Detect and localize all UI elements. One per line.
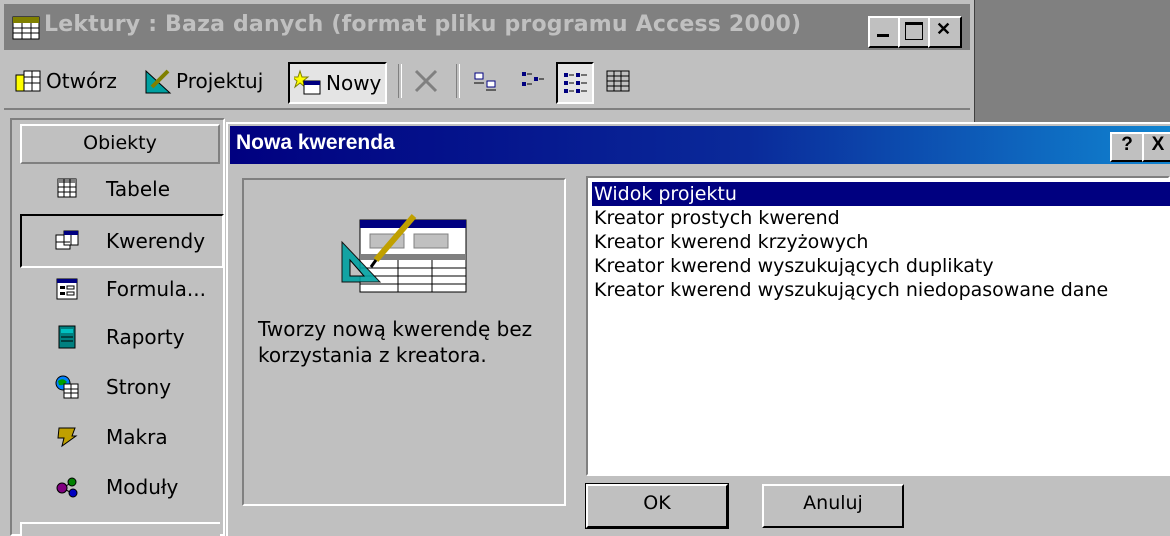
query-design-illustration <box>340 210 470 296</box>
open-icon <box>14 67 42 95</box>
objects-header[interactable]: Obiekty <box>20 124 220 164</box>
object-label: Raporty <box>106 325 185 349</box>
list-view-button[interactable] <box>556 62 594 104</box>
module-icon <box>52 474 82 500</box>
help-button[interactable]: ? <box>1110 132 1144 162</box>
query-type-list[interactable]: Widok projektu Kreator prostych kwerend … <box>586 176 1170 476</box>
object-label: Tabele <box>106 177 171 201</box>
query-description: Tworzy nową kwerendę bez korzystania z k… <box>258 317 533 367</box>
object-label: Makra <box>106 425 168 449</box>
delete-button[interactable] <box>412 62 444 100</box>
delete-icon <box>412 67 440 95</box>
form-icon <box>52 276 82 302</box>
list-item[interactable]: Kreator kwerend krzyżowych <box>594 230 868 254</box>
object-item-macros[interactable]: Makra <box>20 412 220 462</box>
design-label: Projektuj <box>176 69 264 93</box>
design-icon <box>144 67 172 95</box>
list-item[interactable]: Kreator kwerend wyszukujących duplikaty <box>594 254 994 278</box>
object-item-tables[interactable]: Tabele <box>20 164 220 214</box>
ok-button[interactable]: OK <box>585 483 729 529</box>
new-button[interactable]: Nowy <box>288 62 388 104</box>
report-icon <box>52 324 82 350</box>
object-label: Formula... <box>106 277 206 301</box>
details-view-button[interactable] <box>604 62 636 100</box>
maximize-button[interactable] <box>898 16 932 48</box>
objects-group-header[interactable] <box>20 522 220 536</box>
new-label: Nowy <box>326 71 382 95</box>
object-label: Strony <box>106 375 172 399</box>
object-label: Moduły <box>106 475 179 499</box>
object-item-reports[interactable]: Raporty <box>20 312 220 362</box>
object-item-forms[interactable]: Formula... <box>20 264 220 314</box>
large-icons-button[interactable] <box>472 62 504 100</box>
large-icons-icon <box>472 67 500 95</box>
small-icons-button[interactable] <box>518 62 550 100</box>
window-title: Lektury : Baza danych (format pliku prog… <box>44 12 802 37</box>
object-item-pages[interactable]: Strony <box>20 362 220 412</box>
table-icon <box>52 176 82 202</box>
object-label: Kwerendy <box>106 229 206 253</box>
cancel-button[interactable]: Anuluj <box>762 484 904 528</box>
page-icon <box>52 374 82 400</box>
dialog-close-button[interactable]: X <box>1142 132 1170 162</box>
macro-icon <box>52 424 82 450</box>
close-button[interactable]: ✕ <box>928 16 962 48</box>
toolbar-separator <box>398 64 402 98</box>
open-label: Otwórz <box>46 69 117 93</box>
dialog-title-bar[interactable]: Nowa kwerenda ? X <box>230 126 1170 164</box>
database-icon <box>12 16 40 40</box>
open-button[interactable]: Otwórz <box>14 62 117 100</box>
small-icons-icon <box>518 67 546 95</box>
toolbar-separator <box>456 64 460 98</box>
new-icon <box>290 69 322 97</box>
list-item[interactable]: Kreator prostych kwerend <box>594 206 840 230</box>
query-icon <box>52 228 82 254</box>
object-item-queries[interactable]: Kwerendy <box>20 214 224 268</box>
details-icon <box>604 67 632 95</box>
minimize-button[interactable] <box>868 16 902 48</box>
design-button[interactable]: Projektuj <box>144 62 263 100</box>
object-item-modules[interactable]: Moduły <box>20 462 220 512</box>
list-item[interactable]: Kreator kwerend wyszukujących niedopasow… <box>594 278 1108 302</box>
list-icon <box>561 69 589 97</box>
list-item[interactable]: Widok projektu <box>592 182 1170 206</box>
database-title-bar[interactable]: Lektury : Baza danych (format pliku prog… <box>4 4 970 50</box>
dialog-title: Nowa kwerenda <box>236 131 395 154</box>
database-toolbar: Otwórz Projektuj Nowy <box>4 52 970 110</box>
